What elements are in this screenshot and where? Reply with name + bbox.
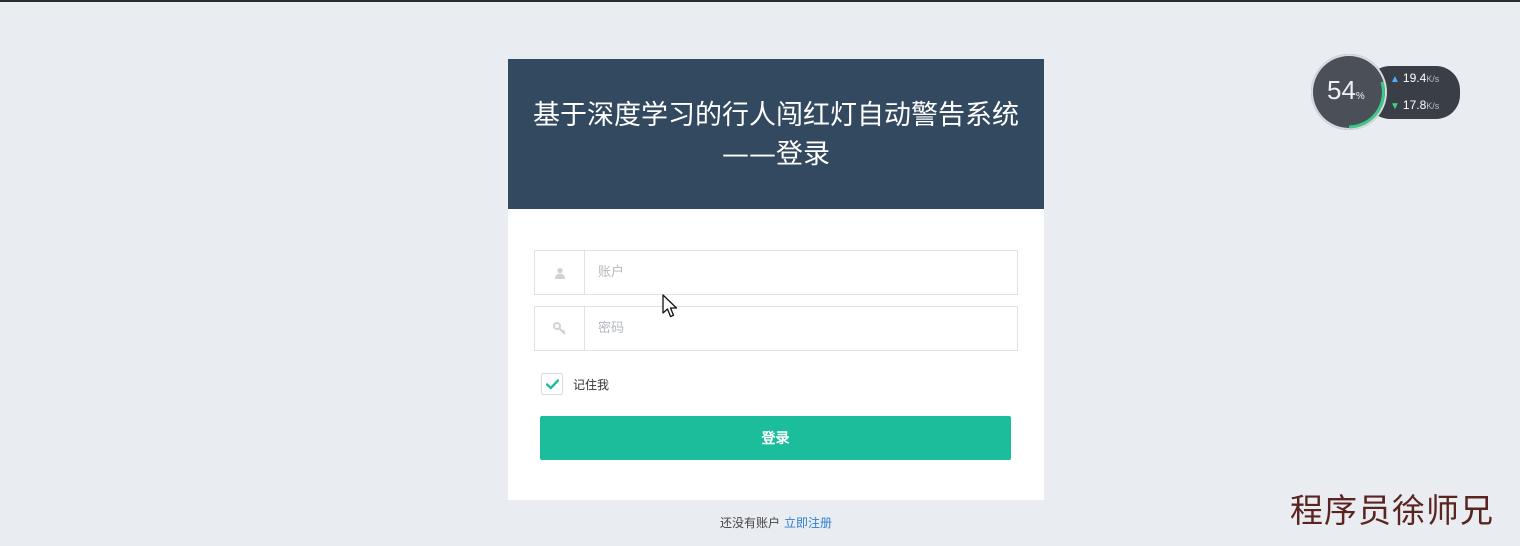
- login-card: 基于深度学习的行人闯红灯自动警告系统 ——登录 记住我 登录: [508, 59, 1044, 500]
- cpu-percent: 54%: [1327, 75, 1365, 105]
- remember-label: 记住我: [573, 377, 610, 392]
- page-subtitle: ——登录: [722, 139, 830, 170]
- download-speed: ▼ 17.8K/s: [1390, 98, 1440, 112]
- cpu-usage-gauge: 54%: [1311, 54, 1387, 130]
- check-icon: [545, 378, 559, 389]
- page-title: 基于深度学习的行人闯红灯自动警告系统: [533, 100, 1019, 131]
- username-input[interactable]: [585, 251, 1017, 294]
- remember-checkbox[interactable]: [541, 373, 563, 395]
- arrow-down-icon: ▼: [1390, 101, 1400, 112]
- login-button[interactable]: 登录: [540, 416, 1011, 460]
- no-account-text: 还没有账户: [719, 516, 780, 530]
- card-header: 基于深度学习的行人闯红灯自动警告系统 ——登录: [508, 59, 1044, 209]
- arrow-up-icon: ▲: [1390, 74, 1400, 85]
- remember-me: 记住我: [541, 373, 609, 395]
- top-border: [0, 0, 1520, 2]
- password-input[interactable]: [585, 307, 1017, 350]
- user-icon: [535, 251, 585, 294]
- username-field: [534, 250, 1018, 295]
- watermark: 程序员徐师兄: [1290, 491, 1494, 530]
- password-field: [534, 306, 1018, 351]
- upload-speed: ▲ 19.4K/s: [1390, 71, 1440, 85]
- network-monitor-widget[interactable]: 54% ▲ 19.4K/s ▼ 17.8K/s: [1311, 54, 1463, 132]
- mouse-cursor-icon: [662, 294, 680, 324]
- register-link[interactable]: 立即注册: [784, 516, 832, 530]
- key-icon: [535, 307, 585, 350]
